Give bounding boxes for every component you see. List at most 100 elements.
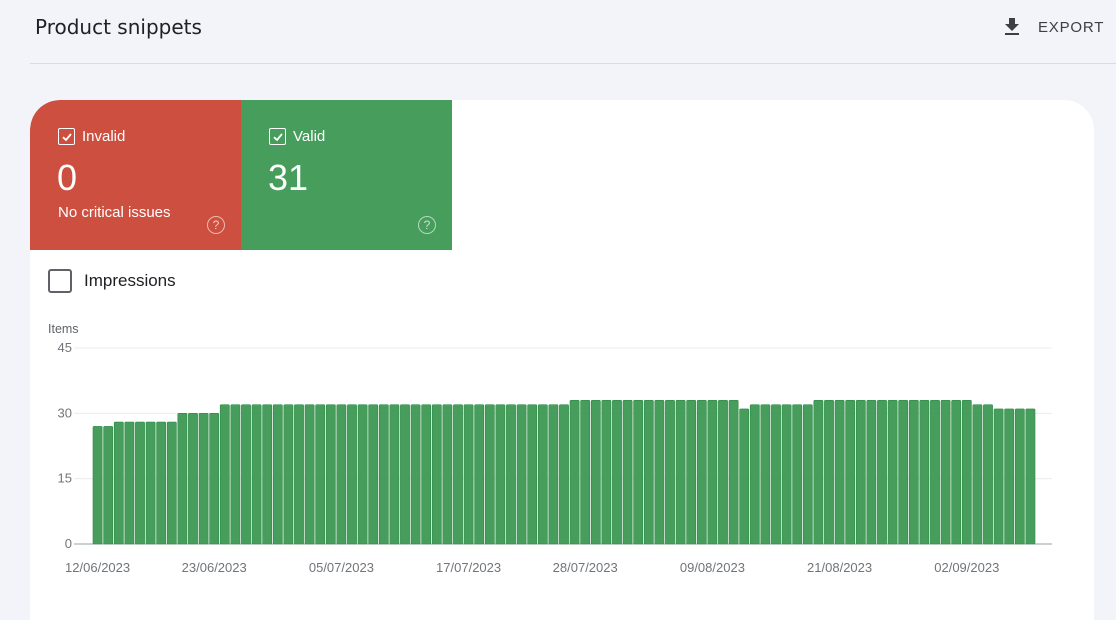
bar[interactable] [665,399,675,545]
bar[interactable] [643,399,654,545]
bar[interactable] [442,404,453,545]
bar[interactable] [537,404,548,545]
bar[interactable] [845,399,856,545]
bar[interactable] [453,404,463,545]
bar[interactable] [421,404,432,545]
bar[interactable] [156,421,167,545]
bar[interactable] [283,404,294,545]
bar[interactable] [219,404,230,545]
bar[interactable] [654,399,665,545]
bar[interactable] [919,399,930,545]
bar[interactable] [877,399,887,545]
bar[interactable] [972,404,983,545]
bar[interactable] [739,408,750,545]
bar[interactable] [135,421,145,545]
bar[interactable] [686,399,697,545]
export-button[interactable]: EXPORT [1000,12,1104,42]
bar[interactable] [474,404,485,545]
bar[interactable] [961,399,972,545]
bar[interactable] [92,426,103,545]
bar[interactable] [389,404,400,545]
header-divider [30,63,1116,64]
bar[interactable] [410,404,421,545]
x-tick-label: 17/07/2023 [436,560,501,575]
bar[interactable] [431,404,442,545]
bar[interactable] [590,399,601,545]
bar[interactable] [315,404,326,545]
bar[interactable] [294,404,304,545]
bar[interactable] [1004,408,1015,545]
bar[interactable] [198,413,209,545]
bar[interactable] [633,399,644,545]
bar[interactable] [781,404,792,545]
bar[interactable] [378,404,389,545]
bar[interactable] [728,399,739,545]
bar[interactable] [760,404,771,545]
bar[interactable] [113,421,124,545]
bar[interactable] [272,404,283,545]
bar[interactable] [993,408,1004,545]
bar[interactable] [559,404,569,545]
bar[interactable] [177,413,188,545]
bar[interactable] [251,404,262,545]
bar[interactable] [580,399,591,545]
bar[interactable] [506,404,516,545]
bar[interactable] [145,421,156,545]
bar[interactable] [166,421,177,545]
bar[interactable] [484,404,495,545]
bar[interactable] [718,399,728,545]
bar[interactable] [887,399,898,545]
bar[interactable] [230,404,241,545]
bar[interactable] [124,421,135,545]
bar[interactable] [749,404,760,545]
x-tick-label: 23/06/2023 [182,560,247,575]
download-icon [1005,18,1019,35]
bar[interactable] [622,399,633,545]
y-axis-label: Items [48,322,79,336]
bar[interactable] [707,399,718,545]
bar[interactable] [802,404,813,545]
bar[interactable] [940,399,951,545]
bar[interactable] [241,404,251,545]
bar[interactable] [792,404,803,545]
bar[interactable] [834,399,845,545]
x-tick-label: 28/07/2023 [553,560,618,575]
y-tick-label: 15 [58,471,72,486]
x-tick-label: 21/08/2023 [807,560,872,575]
bar[interactable] [866,399,877,545]
bar[interactable] [908,399,919,545]
bar[interactable] [569,399,580,545]
bar[interactable] [951,399,962,545]
bar[interactable] [188,413,198,545]
bar[interactable] [103,426,114,545]
bar[interactable] [368,404,379,545]
bar[interactable] [400,404,410,545]
bar[interactable] [548,404,559,545]
bar[interactable] [675,399,686,545]
bar[interactable] [262,404,273,545]
bar[interactable] [824,399,834,545]
bar[interactable] [357,404,368,545]
bar[interactable] [495,404,506,545]
bar[interactable] [930,399,940,545]
bar[interactable] [516,404,527,545]
bar[interactable] [325,404,336,545]
bar[interactable] [612,399,622,545]
bar[interactable] [855,399,866,545]
bar[interactable] [463,404,474,545]
bar[interactable] [601,399,612,545]
bar[interactable] [527,404,538,545]
y-tick-label: 0 [65,536,72,551]
bar[interactable] [209,413,220,545]
bar[interactable] [983,404,993,545]
bar[interactable] [898,399,909,545]
bar[interactable] [1025,408,1036,545]
bar[interactable] [813,399,824,545]
bar[interactable] [696,399,707,545]
bar[interactable] [771,404,781,545]
bar[interactable] [304,404,315,545]
page-header: Product snippets EXPORT [0,0,1116,64]
bar[interactable] [336,404,347,545]
bar[interactable] [1014,408,1025,545]
bar[interactable] [347,404,357,545]
